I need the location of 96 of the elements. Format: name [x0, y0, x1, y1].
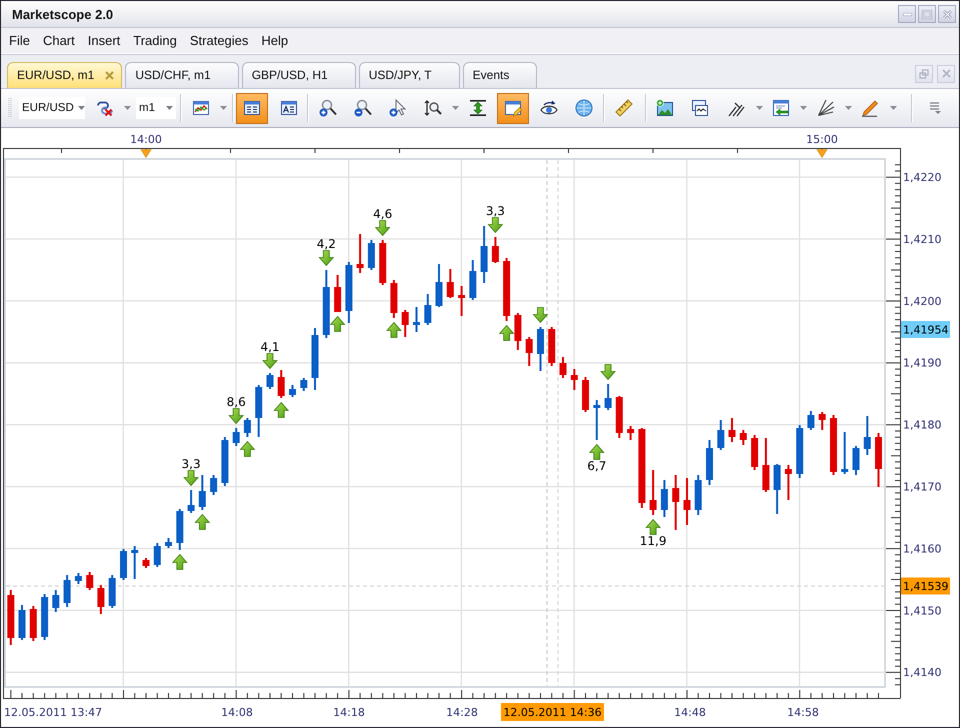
toolbar-button[interactable]	[236, 92, 268, 124]
tab[interactable]: EUR/USD, m1	[7, 62, 122, 88]
up-arrow-icon	[273, 402, 290, 418]
down-arrow-icon	[487, 217, 504, 234]
up-arrow-icon	[645, 518, 662, 535]
price-label: 1,4200	[903, 294, 942, 308]
down-arrow-icon	[262, 353, 278, 370]
caret-icon[interactable]	[220, 106, 227, 110]
add-image-icon	[656, 99, 674, 117]
menu-item[interactable]: Strategies	[190, 33, 248, 48]
cursor-price-label: 1,41539	[901, 578, 950, 594]
maximize-icon	[922, 10, 932, 18]
signal-label: 3,3	[486, 204, 505, 218]
unlink-icon	[96, 99, 114, 117]
price-label: 1,4160	[903, 542, 942, 556]
down-arrow-icon	[318, 250, 334, 266]
caret-icon[interactable]	[166, 106, 173, 110]
current-price-label: 1,41954	[901, 321, 950, 338]
caret-icon[interactable]	[78, 106, 85, 110]
time-label: 15:00	[806, 132, 838, 146]
menu-item[interactable]: File	[9, 33, 30, 48]
grip-icon[interactable]	[8, 98, 12, 118]
cursor-plus-icon	[389, 99, 407, 117]
window-chart-icon	[691, 99, 709, 117]
time-label: 14:58	[787, 706, 819, 719]
down-arrow-icon	[532, 307, 548, 324]
tab[interactable]: USD/CHF, m1	[125, 62, 239, 88]
down-arrow-icon	[228, 408, 244, 424]
price-label: 1,4210	[903, 232, 942, 246]
up-arrow-icon	[194, 514, 210, 530]
symbol-dropdown[interactable]: EUR/USD	[19, 97, 85, 119]
caret-icon[interactable]	[845, 106, 852, 110]
close-icon	[942, 10, 952, 18]
menu-item[interactable]: Trading	[133, 33, 177, 48]
menu-item[interactable]: Insert	[88, 33, 120, 48]
up-arrow-icon	[240, 440, 256, 457]
up-arrow-icon	[588, 444, 605, 460]
price-label: 1,4180	[903, 418, 942, 432]
timeframe-dropdown[interactable]: m1	[136, 97, 176, 119]
signal-label: 4,2	[316, 237, 336, 252]
price-label: 1,4190	[903, 356, 942, 370]
restore-icon	[919, 68, 929, 78]
price-label: 1,4140	[903, 666, 942, 680]
time-label: 14:18	[333, 706, 365, 719]
caret-icon[interactable]	[452, 106, 459, 110]
down-arrow-icon	[600, 364, 616, 380]
menu-item[interactable]: Help	[261, 33, 288, 48]
zoom-in-icon	[319, 99, 337, 117]
price-label: 1,4170	[903, 480, 942, 494]
line-chart-icon	[192, 99, 210, 117]
up-arrow-icon	[330, 316, 346, 332]
time-label: 14:28	[446, 706, 478, 719]
vertical-zoom-icon	[424, 99, 442, 117]
close-button[interactable]	[938, 5, 956, 23]
fan-lines-icon	[817, 99, 835, 117]
caret-icon[interactable]	[800, 106, 807, 110]
cursor-time-label: 12.05.2011 14:36	[501, 703, 604, 721]
menu-item[interactable]: Chart	[42, 33, 75, 48]
zoom-out-icon	[354, 99, 372, 117]
price-label: 1,4150	[903, 604, 942, 618]
maximize-button[interactable]	[918, 5, 936, 23]
time-label: 14:48	[674, 706, 706, 719]
time-label: 14:00	[130, 132, 162, 146]
down-arrow-icon	[374, 220, 391, 236]
window-list-icon	[243, 99, 261, 117]
signal-label: 11,9	[640, 534, 666, 548]
globe-icon	[575, 99, 593, 117]
price-label: 1,4220	[903, 170, 942, 184]
time-label: 14:08	[221, 706, 253, 719]
height-arrow-icon	[469, 99, 487, 117]
minimize-icon	[902, 12, 912, 16]
up-arrow-icon	[172, 554, 188, 570]
signal-label: 3,3	[182, 457, 201, 472]
window-pencil-icon	[504, 99, 522, 117]
window-title: Marketscope 2.0	[12, 6, 114, 22]
caret-icon[interactable]	[890, 106, 897, 110]
tab[interactable]: GBP/USD, H1	[242, 62, 356, 88]
ruler-icon	[615, 99, 633, 117]
tab[interactable]: Events	[462, 62, 538, 88]
signal-label: 4,1	[260, 340, 280, 354]
time-label: 12.05.2011 13:47	[4, 706, 102, 719]
down-arrow-icon	[183, 470, 199, 486]
signal-label: 4,6	[373, 207, 392, 222]
up-arrow-icon	[386, 322, 402, 338]
toolbar-button[interactable]	[497, 92, 529, 124]
up-arrow-icon	[498, 324, 515, 341]
close-icon	[942, 69, 950, 78]
tab[interactable]: USD/JPY, T	[358, 62, 460, 88]
signal-label: 6,7	[587, 459, 606, 474]
pencil-icon	[861, 99, 879, 117]
window-text-icon	[280, 99, 298, 117]
signal-label: 8,6	[226, 395, 246, 410]
overflow-icon[interactable]	[930, 102, 941, 114]
caret-icon[interactable]	[756, 106, 763, 110]
caret-icon[interactable]	[124, 106, 131, 110]
eye-icon	[540, 99, 558, 117]
